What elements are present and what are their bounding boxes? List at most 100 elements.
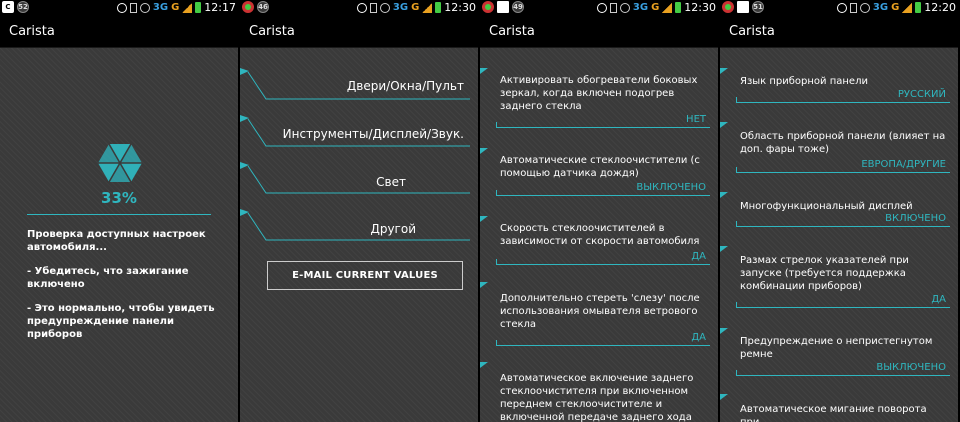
setting-extra-wipe[interactable]: Дополнительно стереть 'слезу' после испо… bbox=[480, 282, 718, 350]
shield-app-icon bbox=[722, 1, 734, 13]
setting-label: Многофункциональный дисплей bbox=[740, 201, 913, 212]
progress-divider bbox=[27, 214, 211, 215]
shield-app-icon bbox=[242, 1, 254, 13]
notification-count-badge: 52 bbox=[17, 1, 29, 13]
value-underline bbox=[496, 264, 710, 265]
category-label: Двери/Окна/Пульт bbox=[346, 79, 464, 93]
category-other[interactable]: Другой bbox=[240, 209, 478, 249]
setting-value: НЕТ bbox=[686, 114, 706, 125]
category-label: Другой bbox=[370, 222, 416, 236]
status-time: 12:30 bbox=[684, 1, 716, 14]
email-current-values-button[interactable]: E-MAIL CURRENT VALUES bbox=[267, 261, 463, 290]
image-notification-icon bbox=[497, 1, 509, 13]
signal-icon bbox=[902, 2, 913, 13]
loading-message: Проверка доступных настроек автомобиля..… bbox=[27, 229, 206, 253]
status-bar: 46 3G G 12:30 bbox=[240, 0, 478, 17]
carrier-g: G bbox=[651, 2, 660, 13]
notification-count-badge: 49 bbox=[512, 1, 524, 13]
battery-icon bbox=[675, 2, 682, 13]
network-type: 3G bbox=[152, 2, 169, 13]
image-notification-icon bbox=[737, 1, 749, 13]
shield-app-icon bbox=[482, 1, 494, 13]
value-underline bbox=[736, 226, 950, 227]
loading-screen: C 52 3G G 12:17 Carista 33% Проверка дос… bbox=[0, 0, 238, 422]
setting-label: Автоматическое мигание поворота при bbox=[740, 404, 927, 422]
setting-value: ВКЛЮЧЕНО bbox=[885, 213, 946, 224]
setting-label: Активировать обогреватели боковых зеркал… bbox=[500, 75, 698, 112]
value-underline bbox=[736, 375, 950, 376]
category-lights[interactable]: Свет bbox=[240, 162, 478, 202]
category-label: Свет bbox=[376, 175, 406, 189]
notification-count-badge: 51 bbox=[752, 1, 764, 13]
setting-marker-icon bbox=[480, 282, 488, 288]
status-bar: 51 3G G 12:20 bbox=[720, 0, 958, 17]
value-underline bbox=[496, 195, 710, 196]
vibrate-icon bbox=[849, 2, 857, 13]
globe-icon bbox=[356, 2, 367, 13]
setting-needle-sweep[interactable]: Размах стрелок указателей при запуске (т… bbox=[720, 246, 958, 314]
setting-value: ДА bbox=[691, 332, 706, 343]
setting-marker-icon bbox=[720, 122, 728, 128]
setting-label: Предупреждение о непристегнутом ремне bbox=[740, 336, 933, 360]
carrier-g: G bbox=[171, 2, 180, 13]
dashboard-warning-hint: - Это нормально, чтобы увидеть предупреж… bbox=[27, 303, 215, 340]
network-type: 3G bbox=[632, 2, 649, 13]
setting-multifunction-display[interactable]: Многофункциональный дисплей ВКЛЮЧЕНО bbox=[720, 192, 958, 232]
setting-rear-wiper-reverse[interactable]: Автоматическое включение заднего стеклоо… bbox=[480, 362, 718, 422]
setting-marker-icon bbox=[480, 362, 488, 368]
setting-mirror-heaters[interactable]: Активировать обогреватели боковых зеркал… bbox=[480, 68, 718, 132]
signal-icon bbox=[422, 2, 433, 13]
setting-auto-wipers[interactable]: Автоматические стеклоочистители (с помощ… bbox=[480, 148, 718, 200]
setting-value: ДА bbox=[931, 294, 946, 305]
alarm-icon bbox=[139, 2, 150, 13]
status-time: 12:20 bbox=[924, 1, 956, 14]
progress-percent: 33% bbox=[101, 189, 137, 207]
setting-wiper-speed[interactable]: Скорость стеклоочистителей в зависимости… bbox=[480, 216, 718, 268]
value-underline bbox=[496, 345, 710, 346]
setting-marker-icon bbox=[480, 216, 488, 222]
setting-marker-icon bbox=[480, 68, 488, 74]
setting-label: Автоматические стеклоочистители (с помощ… bbox=[500, 155, 700, 179]
signal-icon bbox=[182, 2, 193, 13]
setting-value: РУССКИЙ bbox=[897, 89, 946, 100]
app-bar: Carista bbox=[240, 17, 478, 48]
carista-logo-icon bbox=[98, 143, 142, 183]
setting-value: ВЫКЛЮЧЕНО bbox=[636, 182, 706, 193]
setting-dashboard-region[interactable]: Область приборной панели (влияет на доп.… bbox=[720, 122, 958, 178]
setting-label: Область приборной панели (влияет на доп.… bbox=[740, 131, 946, 155]
setting-label: Язык приборной панели bbox=[740, 76, 868, 87]
setting-marker-icon bbox=[720, 328, 728, 334]
category-instruments-display-sound[interactable]: Инструменты/Дисплей/Звук. bbox=[240, 115, 478, 155]
battery-icon bbox=[435, 2, 442, 13]
status-bar: 49 3G G 12:30 bbox=[480, 0, 718, 17]
app-bar: Carista bbox=[480, 17, 718, 48]
setting-dashboard-language[interactable]: Язык приборной панели РУССКИЙ bbox=[720, 68, 958, 108]
app-title: Carista bbox=[9, 24, 55, 39]
vibrate-icon bbox=[369, 2, 377, 13]
setting-auto-turn-signal[interactable]: Автоматическое мигание поворота при bbox=[720, 394, 958, 422]
signal-icon bbox=[662, 2, 673, 13]
setting-label: Дополнительно стереть 'слезу' после испо… bbox=[500, 293, 700, 330]
notification-count-badge: 46 bbox=[257, 1, 269, 13]
setting-label: Автоматическое включение заднего стеклоо… bbox=[500, 373, 694, 422]
category-doors-windows-remote[interactable]: Двери/Окна/Пульт bbox=[240, 68, 478, 108]
settings-screen-wipers: 49 3G G 12:30 Carista Активировать обогр… bbox=[480, 0, 718, 422]
setting-label: Скорость стеклоочистителей в зависимости… bbox=[500, 223, 700, 247]
app-title: Carista bbox=[249, 24, 295, 39]
categories-screen: 46 3G G 12:30 Carista Двери/Окна/Пульт И… bbox=[240, 0, 478, 422]
setting-value: ДА bbox=[691, 251, 706, 262]
app-title: Carista bbox=[489, 24, 535, 39]
menu-underline-icon bbox=[240, 209, 470, 241]
value-underline bbox=[496, 127, 710, 128]
value-underline bbox=[736, 307, 950, 308]
carista-notification-icon: C bbox=[2, 1, 14, 13]
settings-screen-instruments: 51 3G G 12:20 Carista Язык приборной пан… bbox=[720, 0, 958, 422]
app-title: Carista bbox=[729, 24, 775, 39]
globe-icon bbox=[116, 2, 127, 13]
setting-marker-icon bbox=[720, 192, 728, 198]
value-underline bbox=[736, 172, 950, 173]
alarm-icon bbox=[859, 2, 870, 13]
setting-seatbelt-warning[interactable]: Предупреждение о непристегнутом ремне ВЫ… bbox=[720, 328, 958, 380]
status-bar: C 52 3G G 12:17 bbox=[0, 0, 238, 17]
status-time: 12:30 bbox=[444, 1, 476, 14]
